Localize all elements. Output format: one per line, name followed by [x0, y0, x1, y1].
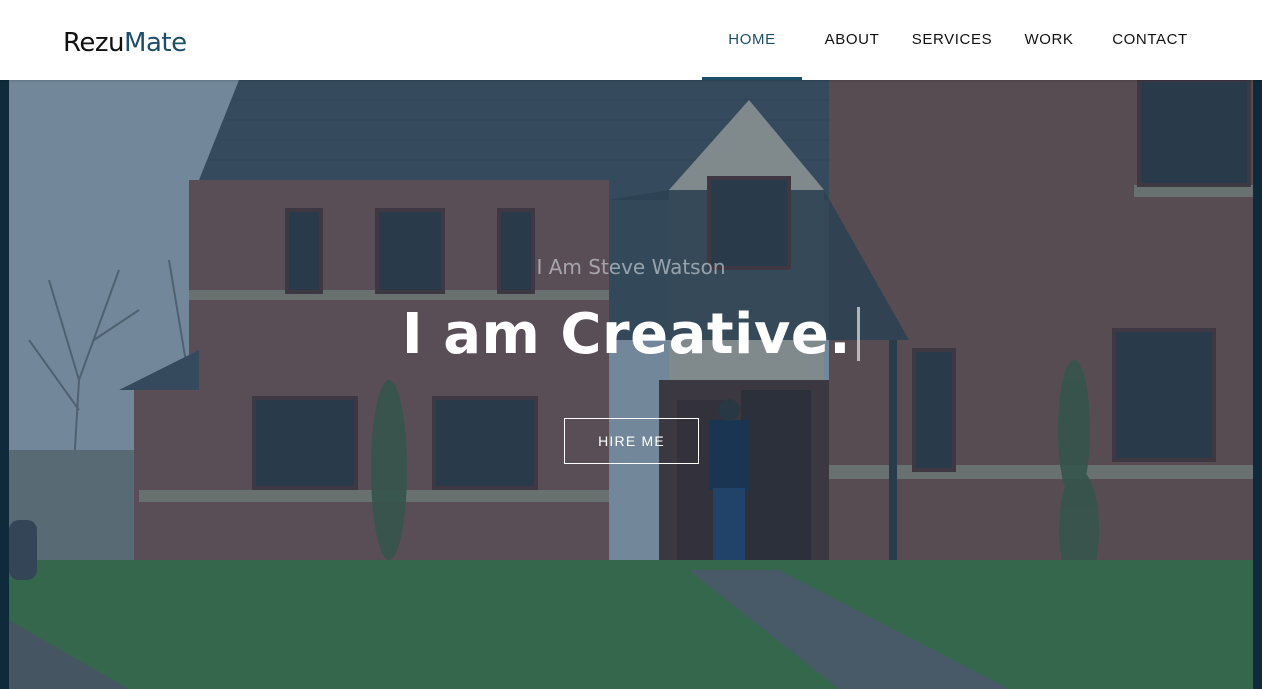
nav-item-services[interactable]: SERVICES — [906, 0, 998, 80]
hire-me-button[interactable]: HIRE ME — [564, 418, 699, 464]
nav-item-home[interactable]: HOME — [702, 0, 802, 80]
hero-intro-text: I Am Steve Watson — [536, 255, 726, 279]
site-header: RezuMate HOME ABOUT SERVICES WORK CONTAC… — [0, 0, 1262, 80]
nav-item-contact[interactable]: CONTACT — [1104, 0, 1196, 80]
hero-background-frame — [9, 80, 1253, 689]
hero-headline: I am Creative. — [0, 302, 1262, 367]
nav-item-about[interactable]: ABOUT — [816, 0, 888, 80]
logo-text-part2: Mate — [124, 28, 187, 58]
hero-headline-text: I am Creative. — [401, 302, 852, 367]
typing-cursor — [857, 307, 861, 361]
hero-overlay — [9, 80, 1253, 689]
logo-text-part1: Rezu — [63, 28, 125, 58]
hero-section: I Am Steve Watson I am Creative. HIRE ME — [0, 80, 1262, 689]
nav-item-work[interactable]: WORK — [1018, 0, 1080, 80]
logo[interactable]: RezuMate — [63, 27, 187, 59]
